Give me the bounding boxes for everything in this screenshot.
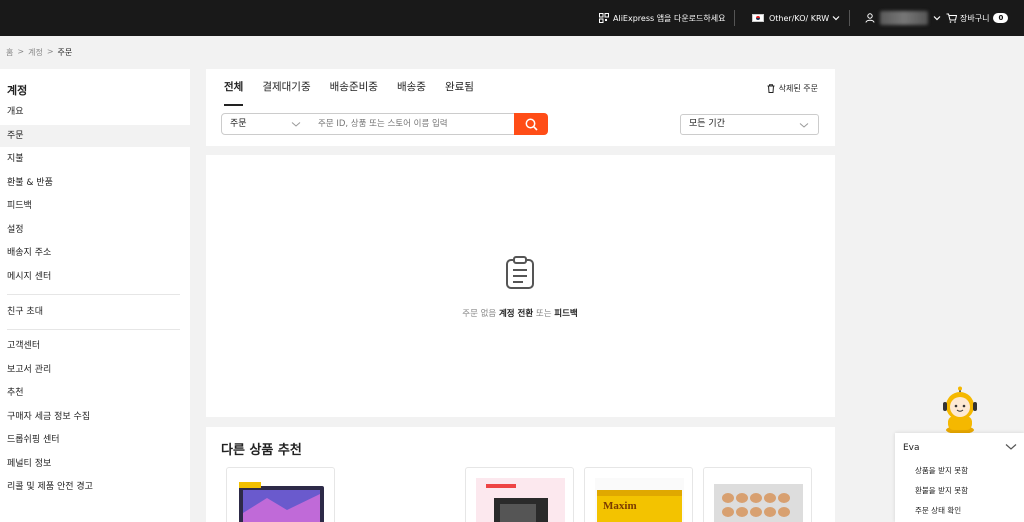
feedback-link[interactable]: 피드백 [554,309,577,319]
tab-completed[interactable]: 완료됨 [445,79,474,103]
sidebar-item-recommend[interactable]: 추천 [0,382,190,404]
locale-text: Other/KO/ KRW [769,13,830,23]
chat-panel: Eva 상품을 받지 못함 환불을 받지 못함 주문 상태 확인 [895,433,1024,522]
sidebar-item-penalty-info[interactable]: 페널티 정보 [0,453,190,475]
app-download-link[interactable]: AliExpress 앱을 다운로드하세요 [599,0,725,36]
chevron-down-icon [832,16,840,21]
product-image-eggs [714,484,803,522]
period-select[interactable]: 모든 기간 [680,114,819,135]
switch-account-link[interactable]: 계정 전환 [499,309,533,319]
tab-shipping[interactable]: 배송중 [397,79,426,103]
product-image-coffee-box [595,478,684,522]
cart-label: 장바구니 [960,13,990,23]
chevron-down-icon [933,16,941,21]
divider [849,10,850,26]
product-card[interactable] [465,467,574,522]
trash-icon [767,84,775,93]
search-button[interactable] [514,113,548,135]
deleted-orders-link[interactable]: 삭제된 주문 [767,83,818,94]
tab-all[interactable]: 전체 [224,79,244,106]
deleted-orders-label: 삭제된 주문 [778,84,818,93]
qr-code-icon [599,13,609,23]
search-icon [525,118,538,131]
product-card[interactable]: Maxim [584,467,693,522]
sidebar-item-refunds[interactable]: 환불 & 반품 [0,172,190,194]
sidebar-item-orders[interactable]: 주문 [0,125,190,147]
sidebar-item-shipping-address[interactable]: 배송지 주소 [0,242,190,264]
breadcrumb: 홈 > 계정 > 주문 [6,47,72,58]
sidebar-item-payment[interactable]: 지불 [0,148,190,170]
sidebar-item-message-center[interactable]: 메시지 센터 [0,266,190,288]
tab-awaiting-payment[interactable]: 결제대기중 [262,79,310,103]
product-card[interactable] [226,467,335,522]
chat-agent-name: Eva [903,443,920,453]
empty-text-mid: 또는 [535,309,552,319]
tab-preparing-shipment[interactable]: 배송준비중 [330,79,378,103]
chat-option-no-refund[interactable]: 환불을 받지 못함 [915,485,968,496]
chevron-down-icon[interactable] [1005,443,1017,451]
korea-flag-icon [752,14,764,22]
sidebar-item-overview[interactable]: 개요 [0,101,190,123]
account-menu[interactable] [865,0,941,36]
empty-text-prefix: 주문 없음 [462,309,497,319]
sidebar-item-tax-info[interactable]: 구매자 세금 정보 수집 [0,406,190,428]
product-image-laptop [239,482,324,522]
product-card[interactable] [703,467,812,522]
chat-mascot-icon[interactable] [939,386,981,434]
chat-option-order-status[interactable]: 주문 상태 확인 [915,505,961,516]
sidebar-item-feedback[interactable]: 피드백 [0,195,190,217]
sidebar-item-recall-warning[interactable]: 리콜 및 제품 안전 경고 [0,476,190,498]
cart-button[interactable]: 장바구니 0 [946,0,1009,36]
product-image-oven [476,478,565,522]
recommendations-title: 다른 상품 추천 [221,443,302,458]
cart-icon [946,13,957,23]
search-type-value: 주문 [230,119,247,129]
breadcrumb-separator: > [17,47,25,56]
breadcrumb-current: 주문 [57,48,73,57]
search-type-select[interactable]: 주문 [221,113,311,135]
account-sidebar: 계정 개요 주문 지불 환불 & 반품 피드백 설정 배송지 주소 메시지 센터… [0,69,190,522]
user-icon [865,13,875,23]
period-value: 모든 기간 [689,119,725,129]
cart-count-badge: 0 [993,13,1009,23]
sidebar-divider [7,294,180,295]
empty-orders-message: 주문 없음 계정 전환 또는 피드백 [0,307,1024,319]
sidebar-item-settings[interactable]: 설정 [0,219,190,241]
sidebar-item-dropshipping[interactable]: 드롭쉬핑 센터 [0,429,190,451]
sidebar-item-customer-center[interactable]: 고객센터 [0,335,190,357]
divider [734,10,735,26]
sidebar-divider [7,329,180,330]
chevron-down-icon [291,122,301,127]
locale-selector[interactable]: Other/KO/ KRW [752,0,840,36]
chat-option-not-received[interactable]: 상품을 받지 못함 [915,465,968,476]
breadcrumb-home[interactable]: 홈 [6,47,13,58]
chevron-down-icon [799,123,809,128]
product-brand-label: Maxim [603,500,637,512]
order-search-input[interactable] [310,113,515,135]
breadcrumb-separator: > [46,47,54,56]
top-bar: AliExpress 앱을 다운로드하세요 Other/KO/ KRW 장바구니… [0,0,1024,36]
sidebar-title: 계정 [7,84,28,97]
order-tabs: 전체 결제대기중 배송준비중 배송중 완료됨 [224,79,493,106]
clipboard-icon [506,256,534,289]
breadcrumb-account[interactable]: 계정 [28,47,43,58]
sidebar-item-report-management[interactable]: 보고서 관리 [0,359,190,381]
app-download-text: AliExpress 앱을 다운로드하세요 [613,13,726,23]
user-name-blurred [880,11,928,25]
